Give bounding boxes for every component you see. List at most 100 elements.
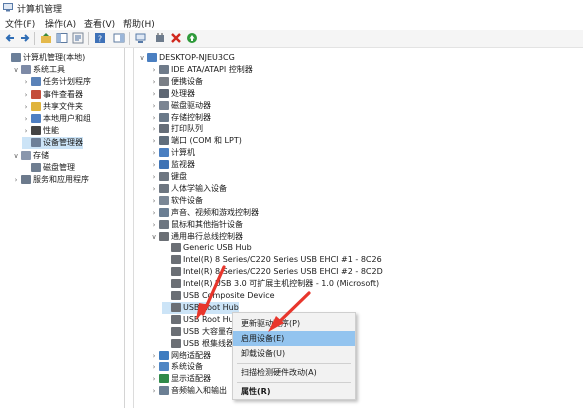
console-tree-item[interactable]: › 本地用户和组 — [22, 113, 91, 125]
expand-icon[interactable]: › — [150, 64, 158, 76]
expand-icon[interactable]: › — [150, 219, 158, 231]
device-tree-item[interactable]: › 人体学输入设备 — [150, 183, 227, 195]
usb-icon — [171, 279, 181, 289]
expand-icon[interactable]: › — [150, 207, 158, 219]
device-tree-item[interactable]: › 鼠标和其他指针设备 — [150, 219, 243, 231]
console-tree-item[interactable]: › 任务计划程序 — [22, 76, 91, 88]
device-tree-item[interactable]: › 声音、视频和游戏控制器 — [150, 207, 259, 219]
device-tree-item-label: USB Root Hub — [183, 314, 239, 324]
device-tree-item[interactable]: › 显示适配器 — [150, 373, 211, 385]
menu-help[interactable]: 帮助(H) — [123, 17, 155, 30]
expand-icon[interactable]: › — [150, 76, 158, 88]
console-tree-item[interactable]: 计算机管理(本地) — [2, 52, 85, 64]
device-tree-item[interactable]: Intel(R) 8 Series/C220 Series USB EHCI #… — [162, 254, 382, 266]
console-tree-item[interactable]: 磁盘管理 — [22, 162, 75, 174]
expand-icon[interactable]: › — [150, 159, 158, 171]
console-tree-item[interactable]: › 性能 — [22, 125, 59, 137]
menu-item-scan-hardware[interactable]: 扫描检测硬件改动(A) — [233, 365, 355, 380]
menu-item-enable-device[interactable]: 启用设备(E) — [233, 331, 355, 346]
expand-icon[interactable]: › — [22, 101, 30, 113]
device-tree-item[interactable]: › 监视器 — [150, 159, 195, 171]
device-tree-item-label: USB 根集线器 — [183, 338, 234, 348]
device-tree-item[interactable]: › 音频输入和输出 — [150, 385, 227, 397]
device-tree-item[interactable]: › IDE ATA/ATAPI 控制器 — [150, 64, 253, 76]
expand-icon[interactable]: › — [22, 76, 30, 88]
menu-item-update-driver[interactable]: 更新驱动程序(P) — [233, 316, 355, 331]
device-tree-item[interactable]: ∨ DESKTOP-NJEU3CG — [138, 52, 235, 64]
device-tree-item[interactable]: › 计算机 — [150, 147, 195, 159]
menu-file[interactable]: 文件(F) — [5, 17, 35, 30]
expand-icon[interactable]: › — [150, 147, 158, 159]
properties-icon[interactable] — [72, 32, 84, 44]
device-tree-item[interactable]: Intel(R) USB 3.0 可扩展主机控制器 - 1.0 (Microso… — [162, 278, 379, 290]
expand-icon[interactable]: › — [22, 125, 30, 137]
expand-icon[interactable]: › — [150, 88, 158, 100]
tools-icon — [21, 65, 31, 75]
device-tree-item[interactable]: › 存储控制器 — [150, 112, 211, 124]
expand-icon[interactable]: › — [150, 373, 158, 385]
console-tree-item[interactable]: ∨ 系统工具 — [12, 64, 65, 76]
scan-hardware-icon[interactable] — [135, 32, 147, 44]
console-tree-item-label: 事件查看器 — [43, 89, 83, 99]
device-tree-item[interactable]: ∨ 通用串行总线控制器 — [150, 231, 243, 243]
menu-action[interactable]: 操作(A) — [45, 17, 76, 30]
expand-icon[interactable]: › — [12, 174, 20, 186]
usb-icon — [171, 243, 181, 253]
up-folder-icon[interactable] — [40, 32, 52, 44]
device-tree-item[interactable]: › 软件设备 — [150, 195, 203, 207]
expand-icon[interactable]: › — [150, 361, 158, 373]
device-tree-item[interactable]: › 打印队列 — [150, 123, 203, 135]
show-action-pane-icon[interactable] — [113, 32, 125, 44]
expand-icon[interactable]: › — [150, 350, 158, 362]
display-adapter-icon — [159, 374, 169, 384]
device-tree-item[interactable]: › 网络适配器 — [150, 350, 211, 362]
expand-icon[interactable]: › — [150, 195, 158, 207]
storage-icon — [21, 150, 31, 160]
menu-view[interactable]: 查看(V) — [84, 17, 115, 30]
forward-arrow-icon[interactable] — [19, 32, 31, 44]
menu-item-properties[interactable]: 属性(R) — [233, 384, 355, 399]
audio-icon — [159, 386, 169, 396]
collapse-icon[interactable]: ∨ — [12, 64, 20, 76]
menu-item-uninstall-device[interactable]: 卸载设备(U) — [233, 346, 355, 361]
collapse-icon[interactable]: ∨ — [12, 150, 20, 162]
device-tree-item[interactable]: USB Composite Device — [162, 290, 275, 302]
device-tree-item[interactable]: › 处理器 — [150, 88, 195, 100]
device-tree-item[interactable]: Generic USB Hub — [162, 242, 252, 254]
expand-icon[interactable]: › — [150, 385, 158, 397]
show-hide-tree-icon[interactable] — [56, 32, 68, 44]
collapse-icon[interactable]: ∨ — [138, 52, 146, 64]
console-tree-item[interactable]: ∨ 存储 — [12, 150, 49, 162]
update-driver-icon[interactable] — [154, 32, 166, 44]
device-tree-item[interactable]: › 系统设备 — [150, 361, 203, 373]
help-icon[interactable]: ? — [94, 32, 106, 44]
expand-icon[interactable]: › — [150, 123, 158, 135]
device-tree-item[interactable]: › 端口 (COM 和 LPT) — [150, 135, 242, 147]
printer-icon — [159, 124, 169, 134]
console-tree-item[interactable]: › 服务和应用程序 — [12, 174, 89, 186]
device-tree-item[interactable]: USB Root Hub — [162, 301, 239, 314]
device-tree-item[interactable]: USB Root Hub — [162, 314, 239, 326]
uninstall-icon[interactable] — [170, 32, 182, 44]
expand-icon[interactable]: › — [150, 100, 158, 112]
console-tree-item[interactable]: › 共享文件夹 — [22, 101, 83, 113]
enable-device-icon[interactable] — [186, 32, 198, 44]
console-tree-item[interactable]: › 事件查看器 — [22, 89, 83, 101]
device-tree-item[interactable]: USB 根集线器 — [162, 338, 234, 350]
console-tree-item[interactable]: 设备管理器 — [22, 137, 83, 150]
console-tree-item-label: 磁盘管理 — [43, 162, 75, 172]
collapse-icon[interactable]: ∨ — [150, 231, 158, 243]
console-tree: 计算机管理(本地) ∨ 系统工具 › 任务计划程序 › 事件查看器 › 共享文件夹 › 本地用户和组… — [0, 48, 125, 408]
expand-icon[interactable]: › — [22, 113, 30, 125]
expand-icon[interactable]: › — [150, 171, 158, 183]
device-tree-item[interactable]: Intel(R) 8 Series/C220 Series USB EHCI #… — [162, 266, 383, 278]
device-tree-item[interactable]: › 磁盘驱动器 — [150, 100, 211, 112]
expand-icon[interactable]: › — [150, 135, 158, 147]
device-tree-item[interactable]: › 键盘 — [150, 171, 187, 183]
usb-icon — [171, 267, 181, 277]
back-arrow-icon[interactable] — [4, 32, 16, 44]
expand-icon[interactable]: › — [22, 89, 30, 101]
expand-icon[interactable]: › — [150, 183, 158, 195]
device-tree-item[interactable]: › 便携设备 — [150, 76, 203, 88]
expand-icon[interactable]: › — [150, 112, 158, 124]
